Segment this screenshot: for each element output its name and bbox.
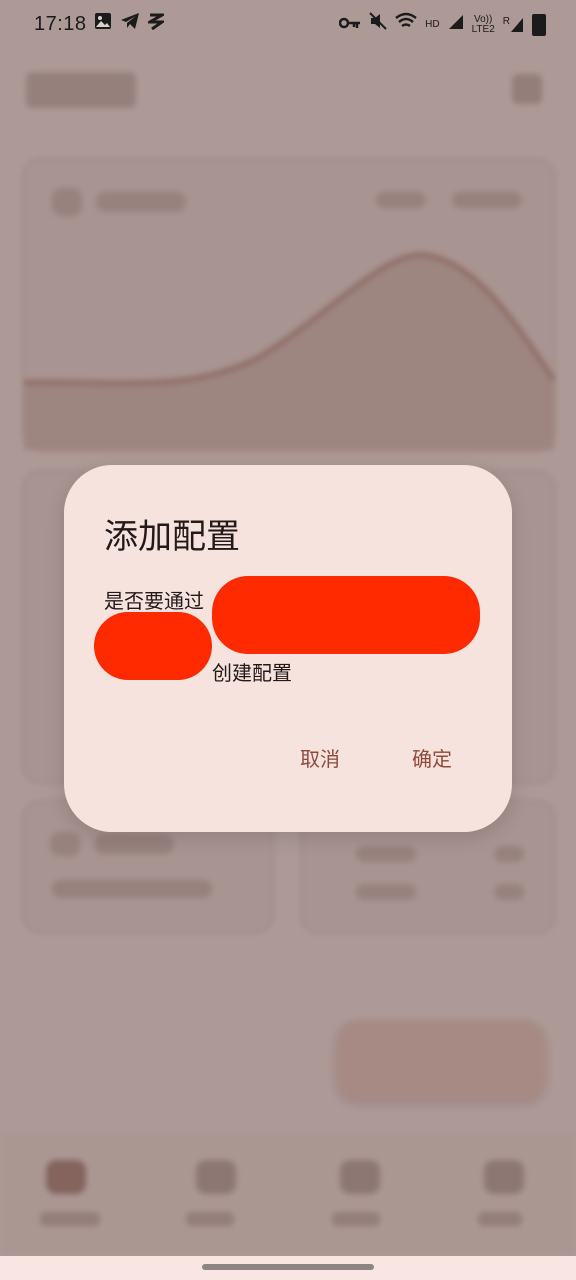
screen: 17:18 HD Vo)) LTE2 R 添加配置 是否要通过 创建配置 取消 … [0,0,576,1280]
gesture-handle[interactable] [202,1264,374,1270]
battery-icon [532,13,546,36]
cancel-button[interactable]: 取消 [300,743,340,772]
volte-label-bottom: LTE2 [471,23,495,35]
redaction-mark [94,612,212,680]
add-config-dialog: 添加配置 是否要通过 创建配置 取消 确定 [64,465,512,832]
wifi-icon [395,12,417,37]
mute-icon [369,12,387,37]
status-time: 17:18 [34,13,87,35]
status-right-icons: HD Vo)) LTE2 R [338,12,546,37]
signal-roaming-icon: R [502,15,524,33]
roaming-label: R [502,15,510,27]
image-icon [94,12,112,37]
wifi-share-icon [144,12,168,37]
redaction-mark [212,576,480,654]
dialog-actions: 取消 确定 [300,743,452,772]
signal-icon [448,13,464,37]
volte-label-top: Vo)) [474,13,493,25]
dialog-title: 添加配置 [104,517,240,557]
confirm-button[interactable]: 确定 [412,743,452,772]
status-left-icons [94,12,168,37]
dialog-message-line-3: 创建配置 [212,661,292,685]
status-bar: 17:18 HD Vo)) LTE2 R [0,0,576,50]
vpn-key-icon [338,13,361,37]
volte-badge: Vo)) LTE2 [471,13,495,35]
telegram-icon [120,12,140,37]
hd-badge: HD [425,18,440,30]
